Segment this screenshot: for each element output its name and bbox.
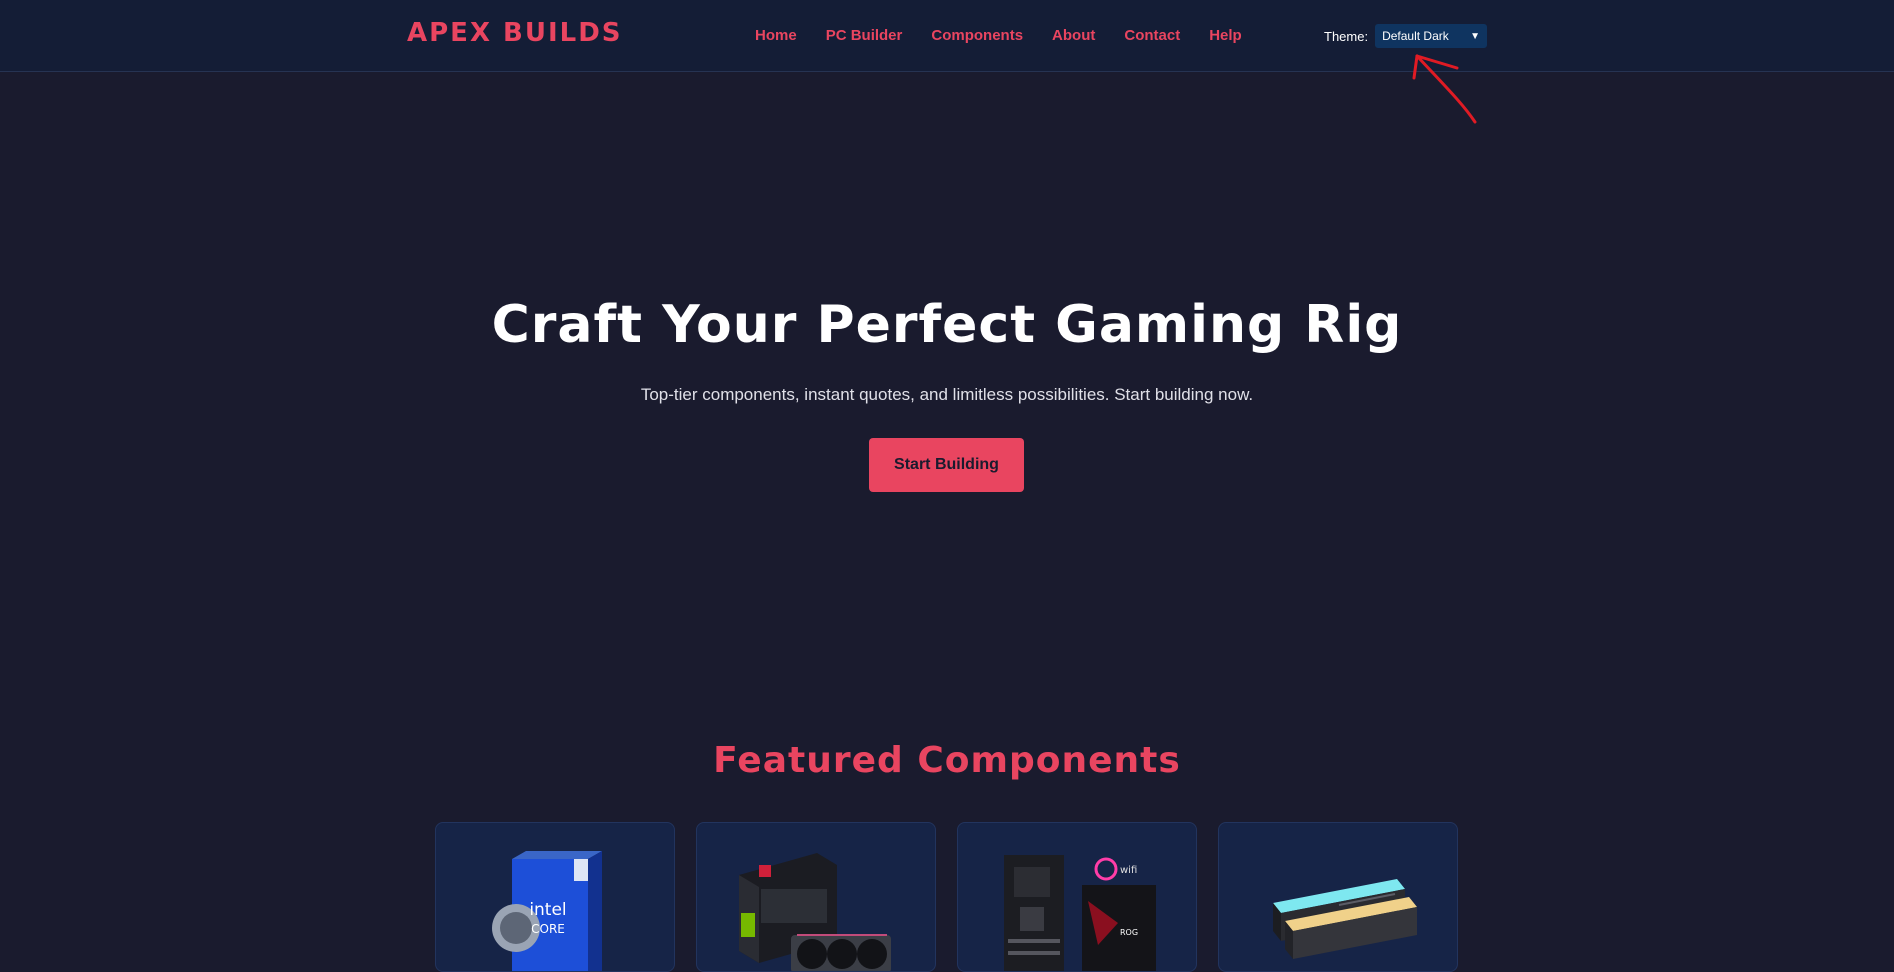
chevron-down-icon: ▼ <box>1470 30 1481 42</box>
main-nav: Home PC Builder Components About Contact… <box>755 27 1242 44</box>
nav-link-components[interactable]: Components <box>931 27 1023 44</box>
nav-link-home[interactable]: Home <box>755 27 797 44</box>
featured-cards: intel CORE ROG wifi <box>435 822 1458 972</box>
nav-link-contact[interactable]: Contact <box>1124 27 1180 44</box>
top-navbar: APEX BUILDS Home PC Builder Components A… <box>0 0 1894 72</box>
brand-logo[interactable]: APEX BUILDS <box>407 18 623 48</box>
hero-title: Craft Your Perfect Gaming Rig <box>491 295 1403 355</box>
motherboard-icon: ROG wifi <box>1004 855 1156 971</box>
featured-card-motherboard[interactable]: ROG wifi <box>957 822 1197 972</box>
theme-switcher: Theme: Default Dark ▼ <box>1324 24 1488 48</box>
featured-components-title: Featured Components <box>713 740 1181 781</box>
theme-select-value: Default Dark <box>1382 29 1449 43</box>
svg-text:intel: intel <box>529 900 566 920</box>
svg-text:CORE: CORE <box>531 922 565 936</box>
ram-icon <box>1273 879 1417 959</box>
annotation-arrow-icon <box>1412 54 1477 124</box>
theme-label: Theme: <box>1324 28 1369 44</box>
svg-text:wifi: wifi <box>1120 865 1137 876</box>
nav-link-about[interactable]: About <box>1052 27 1095 44</box>
cpu-box-icon: intel CORE <box>492 851 602 971</box>
featured-card-ram[interactable] <box>1218 822 1458 972</box>
featured-card-gpu[interactable] <box>696 822 936 972</box>
featured-card-cpu[interactable]: intel CORE <box>435 822 675 972</box>
nav-link-pc-builder[interactable]: PC Builder <box>826 27 903 44</box>
nav-link-help[interactable]: Help <box>1209 27 1242 44</box>
start-building-button[interactable]: Start Building <box>869 438 1024 492</box>
theme-select[interactable]: Default Dark ▼ <box>1375 24 1488 48</box>
hero-subtitle: Top-tier components, instant quotes, and… <box>640 385 1254 404</box>
gpu-icon <box>739 853 891 971</box>
svg-text:ROG: ROG <box>1120 928 1138 937</box>
